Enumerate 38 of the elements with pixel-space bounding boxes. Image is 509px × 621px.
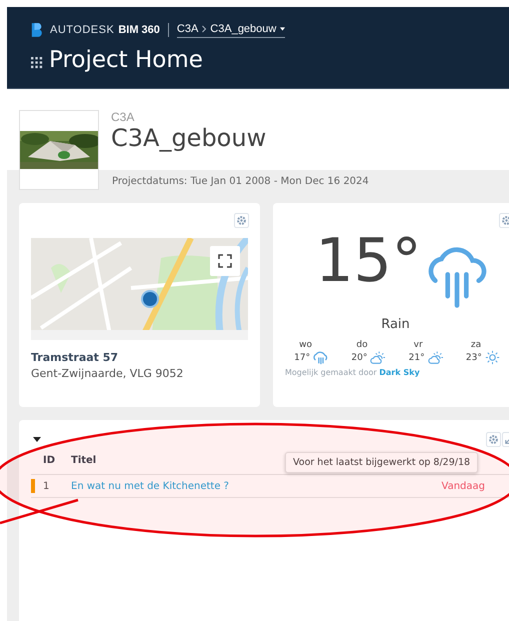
forecast-day: za — [466, 340, 482, 350]
due-date: Vandaag — [442, 480, 485, 492]
caret-icon[interactable] — [33, 436, 41, 442]
tooltip: Voor het laatst bijgewerkt op 8/29/18 — [285, 452, 478, 473]
forecast-day: do — [351, 340, 368, 350]
issue-id: 1 — [42, 480, 50, 492]
fullscreen-button[interactable] — [210, 246, 240, 276]
sun-cloud-icon — [369, 350, 386, 365]
brand-name: AUTODESK — [50, 24, 114, 36]
forecast-day: wo — [294, 340, 312, 350]
breadcrumb-link[interactable]: C3A — [176, 22, 198, 34]
column-header: ID — [42, 454, 56, 466]
forecast-temperature: 17° — [294, 352, 310, 362]
project-parent: C3A — [111, 110, 136, 124]
product-name: BIM 360 — [118, 24, 160, 36]
caret-icon[interactable] — [280, 26, 286, 30]
weather-credit: Mogelijk gemaakt door — [285, 368, 377, 377]
forecast-temperature: 20° — [351, 352, 368, 362]
current-temperature: 15° — [315, 225, 422, 297]
apps-grid-icon[interactable] — [31, 57, 43, 69]
sun-cloud-icon — [426, 350, 444, 365]
weather-condition: Rain — [380, 317, 411, 332]
project-name: C3A_gebouw — [111, 124, 266, 152]
fullscreen-icon — [218, 254, 232, 268]
chevron-icon — [201, 24, 208, 32]
forecast-temperature: 21° — [408, 352, 425, 362]
forecast-temperature: 23° — [466, 352, 482, 362]
sun-icon — [484, 350, 501, 365]
rain-cloud-icon — [312, 350, 330, 365]
logo-icon — [31, 22, 43, 38]
settings-icon[interactable] — [234, 213, 249, 228]
breadcrumb-link[interactable]: C3A_gebouw — [210, 22, 276, 34]
project-dates: Projectdatums: Tue Jan 01 2008 - Mon Dec 16 2024 — [111, 175, 370, 189]
address-street: Tramstraat 57 — [31, 351, 120, 364]
forecast-day: vr — [408, 340, 423, 350]
page-title: Project Home — [49, 47, 203, 73]
address-city: Gent-Zwijnaarde, VLG 9052 — [31, 367, 184, 380]
column-header: Titel — [71, 454, 96, 466]
